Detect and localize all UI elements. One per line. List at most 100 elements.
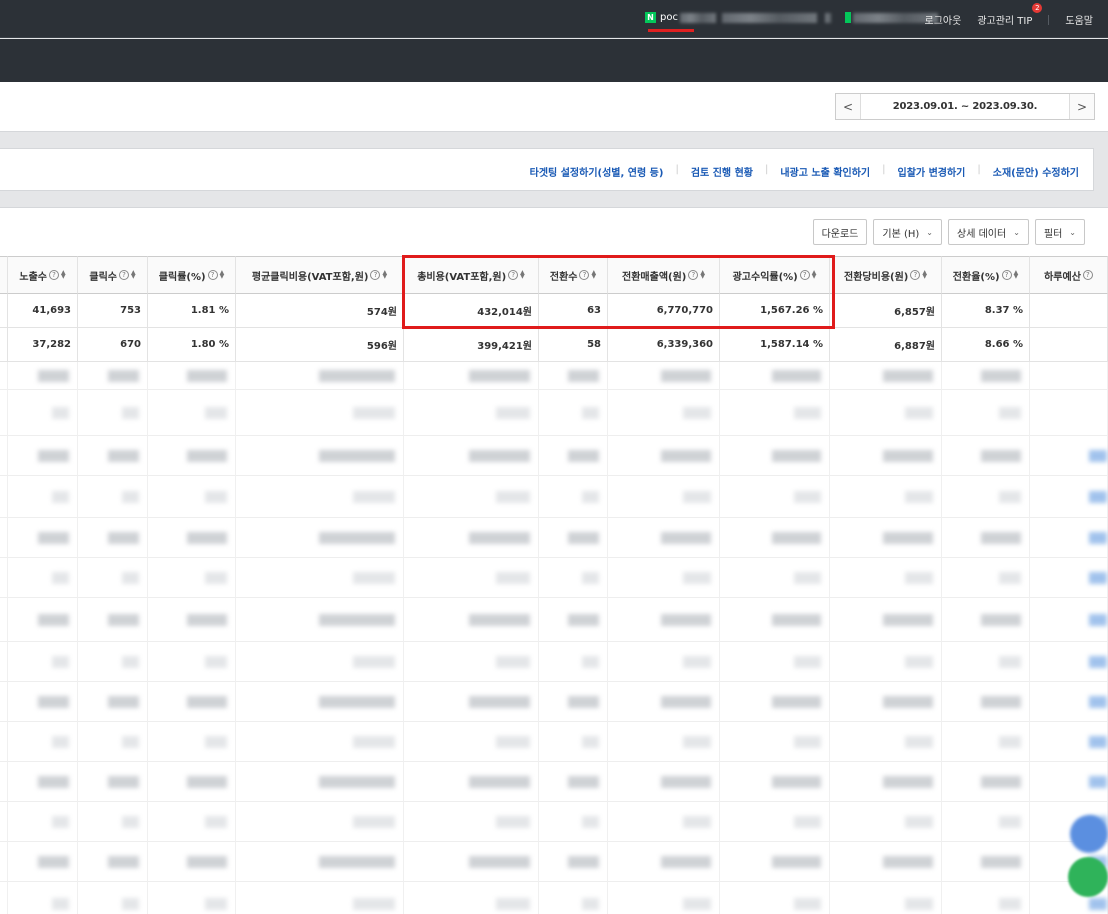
blurred-value bbox=[905, 407, 933, 419]
help-icon[interactable]: ? bbox=[1082, 270, 1093, 280]
blurred-cell bbox=[720, 842, 830, 882]
blurred-value bbox=[187, 450, 227, 462]
blurred-cell bbox=[0, 362, 8, 390]
blurred-value bbox=[37, 532, 69, 544]
blurred-cell bbox=[608, 722, 720, 762]
blurred-value bbox=[107, 856, 139, 868]
blurred-value bbox=[793, 736, 821, 748]
blurred-value bbox=[581, 491, 599, 503]
blurred-cell bbox=[608, 842, 720, 882]
next-period-button[interactable]: > bbox=[1069, 94, 1094, 119]
sort-icon[interactable]: ▲ ▼ bbox=[1014, 270, 1019, 280]
blurred-cell bbox=[830, 476, 942, 518]
help-link[interactable]: 도움말 bbox=[1065, 12, 1093, 27]
blurred-value bbox=[981, 856, 1021, 868]
sort-icon[interactable]: ▲ ▼ bbox=[700, 270, 705, 280]
column-header-conversions[interactable]: 전환수? ▲ ▼ bbox=[539, 256, 608, 294]
column-header-ctr[interactable]: 클릭률(%)? ▲ ▼ bbox=[148, 256, 236, 294]
column-header-conversion-revenue[interactable]: 전환매출액(원)? ▲ ▼ bbox=[608, 256, 720, 294]
blurred-value bbox=[660, 450, 711, 462]
ad-tip-label: 광고관리 TIP bbox=[977, 16, 1033, 27]
sort-icon[interactable]: ▲ ▼ bbox=[131, 270, 136, 280]
column-header-impressions[interactable]: 노출수? ▲ ▼ bbox=[8, 256, 78, 294]
column-header-roas[interactable]: 광고수익률(%)? ▲ ▼ bbox=[720, 256, 830, 294]
sort-icon[interactable]: ▲ ▼ bbox=[220, 270, 225, 280]
column-header-daily-budget[interactable]: 하루예산? bbox=[1030, 256, 1108, 294]
sort-icon[interactable]: ▲ ▼ bbox=[61, 270, 66, 280]
blurred-cell bbox=[942, 598, 1030, 642]
blurred-cell bbox=[720, 390, 830, 436]
prev-period-button[interactable]: < bbox=[836, 94, 861, 119]
blurred-value bbox=[567, 696, 599, 708]
blurred-budget-link bbox=[1089, 491, 1107, 503]
blurred-value bbox=[683, 736, 711, 748]
assistant-float-button[interactable] bbox=[1068, 857, 1108, 897]
ad-exposure-link[interactable]: 내광고 노출 확인하기 bbox=[780, 164, 870, 179]
column-header-total-cost[interactable]: 총비용(VAT포함,원)? ▲ ▼ bbox=[404, 256, 539, 294]
divider bbox=[1048, 14, 1050, 25]
bid-change-link[interactable]: 입찰가 변경하기 bbox=[898, 164, 966, 179]
blurred-cell bbox=[942, 362, 1030, 390]
help-icon[interactable]: ? bbox=[207, 270, 218, 280]
help-icon[interactable]: ? bbox=[370, 270, 381, 280]
blurred-value bbox=[121, 491, 139, 503]
download-button[interactable]: 다운로드 bbox=[812, 219, 868, 245]
creative-edit-link[interactable]: 소재(문안) 수정하기 bbox=[993, 164, 1079, 179]
blurred-value bbox=[905, 656, 933, 668]
help-icon[interactable]: ? bbox=[48, 270, 59, 280]
blurred-cell bbox=[236, 842, 404, 882]
blurred-separator bbox=[824, 12, 831, 23]
detail-data-dropdown[interactable]: 상세 데이터 ⌄ bbox=[948, 219, 1029, 245]
sort-icon[interactable]: ▲ ▼ bbox=[382, 270, 387, 280]
column-header-label: 광고수익률(%) bbox=[732, 271, 798, 283]
help-icon[interactable]: ? bbox=[910, 270, 921, 280]
blurred-cell bbox=[830, 390, 942, 436]
blurred-cell bbox=[0, 882, 8, 914]
column-header-avg-cpc[interactable]: 평균클릭비용(VAT포함,원)? ▲ ▼ bbox=[236, 256, 404, 294]
blurred-cell bbox=[404, 762, 539, 802]
chat-float-button[interactable] bbox=[1070, 815, 1108, 853]
blurred-cell bbox=[148, 882, 236, 914]
basic-view-dropdown[interactable]: 기본 (H) ⌄ bbox=[873, 219, 942, 245]
blurred-cell bbox=[830, 436, 942, 476]
blurred-cell bbox=[830, 362, 942, 390]
blurred-value bbox=[187, 776, 227, 788]
help-icon[interactable]: ? bbox=[508, 270, 519, 280]
sort-icon[interactable]: ▲ ▼ bbox=[812, 270, 817, 280]
targeting-link[interactable]: 타겟팅 설정하기(성별, 연령 등) bbox=[530, 164, 664, 179]
column-header-clicks[interactable]: 클릭수? ▲ ▼ bbox=[78, 256, 148, 294]
blurred-value bbox=[882, 856, 933, 868]
blurred-value bbox=[793, 656, 821, 668]
blurred-cell bbox=[1030, 598, 1108, 642]
help-icon[interactable]: ? bbox=[688, 270, 699, 280]
review-status-link[interactable]: 검토 진행 현황 bbox=[691, 164, 753, 179]
sort-icon[interactable]: ▲ ▼ bbox=[591, 270, 596, 280]
cell-cost-per-conversion: 6,887원 bbox=[830, 328, 942, 362]
cell-roas: 1,587.14 % bbox=[720, 328, 830, 362]
ad-tip-link[interactable]: 광고관리 TIP 2 bbox=[977, 3, 1043, 27]
blurred-value bbox=[37, 370, 69, 382]
date-range-picker[interactable]: < 2023.09.01. ~ 2023.09.30. > bbox=[835, 93, 1095, 120]
blurred-cell bbox=[148, 390, 236, 436]
help-icon[interactable]: ? bbox=[799, 270, 810, 280]
help-icon[interactable]: ? bbox=[118, 270, 129, 280]
blurred-cell bbox=[8, 722, 78, 762]
blurred-value bbox=[319, 450, 395, 462]
column-header-conversion-rate[interactable]: 전환율(%)? ▲ ▼ bbox=[942, 256, 1030, 294]
date-range-label[interactable]: 2023.09.01. ~ 2023.09.30. bbox=[861, 94, 1069, 119]
blurred-cell bbox=[236, 722, 404, 762]
blurred-cell bbox=[236, 802, 404, 842]
sort-icon[interactable]: ▲ ▼ bbox=[922, 270, 927, 280]
blurred-value bbox=[469, 370, 530, 382]
blurred-value bbox=[660, 370, 711, 382]
help-icon[interactable]: ? bbox=[1001, 270, 1012, 280]
user-account[interactable]: N poc bbox=[645, 12, 938, 23]
filter-dropdown[interactable]: 필터 ⌄ bbox=[1034, 219, 1085, 245]
help-icon[interactable]: ? bbox=[579, 270, 590, 280]
naver-logo-icon: N bbox=[645, 12, 656, 23]
logout-link[interactable]: 로그아웃 bbox=[925, 12, 962, 27]
column-header-cost-per-conversion[interactable]: 전환당비용(원)? ▲ ▼ bbox=[830, 256, 942, 294]
cell-clicks: 753 bbox=[78, 294, 148, 328]
blurred-cell bbox=[404, 518, 539, 558]
sort-icon[interactable]: ▲ ▼ bbox=[520, 270, 525, 280]
